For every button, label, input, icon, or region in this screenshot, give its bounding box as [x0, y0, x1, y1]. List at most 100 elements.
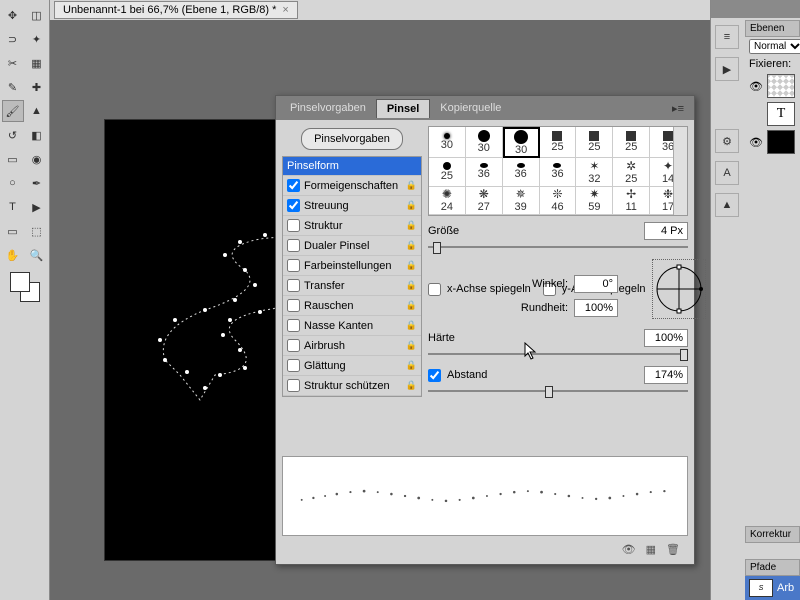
- zoom-tool[interactable]: 🔍: [26, 244, 48, 266]
- 3d-tool[interactable]: ⬚: [26, 220, 48, 242]
- healing-tool[interactable]: ✚: [26, 76, 48, 98]
- chk-protect-texture[interactable]: [287, 379, 300, 392]
- opt-brush-tip-shape[interactable]: Pinselform: [283, 157, 421, 176]
- dock-icon-5[interactable]: ▲: [715, 193, 739, 217]
- crop-tool[interactable]: ✂: [2, 52, 24, 74]
- lock-icon[interactable]: 🔒: [406, 300, 417, 311]
- tab-clone-source[interactable]: Kopierquelle: [430, 99, 511, 117]
- dodge-tool[interactable]: ○: [2, 172, 24, 194]
- visibility-icon[interactable]: 👁: [749, 136, 763, 149]
- spacing-value[interactable]: 174%: [644, 366, 688, 384]
- marquee-tool[interactable]: ◫: [26, 4, 48, 26]
- hand-tool[interactable]: ✋: [2, 244, 24, 266]
- brush-presets-button[interactable]: Pinselvorgaben: [301, 128, 403, 150]
- tip-grid-scrollbar[interactable]: [673, 127, 687, 215]
- shape-tool[interactable]: ▭: [2, 220, 24, 242]
- layer-row-1[interactable]: 👁: [745, 72, 800, 100]
- tools-panel: ✥ ◫ ⊃ ✦ ✂ ▦ ✎ ✚ 🖌 ▲ ↺ ◧ ▭ ◉ ○ ✒ T ▶ ▭ ⬚ …: [0, 0, 50, 600]
- chk-noise[interactable]: [287, 299, 300, 312]
- lock-icon[interactable]: 🔒: [406, 360, 417, 371]
- toggle-preview-icon[interactable]: 👁: [622, 543, 636, 556]
- lock-icon[interactable]: 🔒: [406, 340, 417, 351]
- blur-tool[interactable]: ◉: [26, 148, 48, 170]
- tab-brush[interactable]: Pinsel: [376, 99, 430, 118]
- opt-texture[interactable]: Struktur🔒: [283, 216, 421, 236]
- eyedropper-tool[interactable]: ✎: [2, 76, 24, 98]
- angle-value[interactable]: 0°: [574, 275, 618, 293]
- opt-scattering[interactable]: Streuung🔒: [283, 196, 421, 216]
- panel-menu-icon[interactable]: ▸≡: [666, 102, 690, 115]
- roundness-value[interactable]: 100%: [574, 299, 618, 317]
- layer-row-2[interactable]: T: [745, 100, 800, 128]
- lock-icon[interactable]: 🔒: [406, 200, 417, 211]
- opt-shape-dynamics[interactable]: Formeigenschaften🔒: [283, 176, 421, 196]
- lock-icon[interactable]: 🔒: [406, 280, 417, 291]
- opt-noise[interactable]: Rauschen🔒: [283, 296, 421, 316]
- path-row[interactable]: S Arb: [745, 576, 800, 600]
- layer-row-3[interactable]: 👁: [745, 128, 800, 156]
- chk-dual-brush[interactable]: [287, 239, 300, 252]
- opt-dual-brush[interactable]: Dualer Pinsel🔒: [283, 236, 421, 256]
- angle-control[interactable]: [652, 259, 706, 319]
- chk-scattering[interactable]: [287, 199, 300, 212]
- layer-thumb[interactable]: T: [767, 102, 795, 126]
- lock-icon[interactable]: 🔒: [406, 320, 417, 331]
- adjustments-panel-title[interactable]: Korrektur: [745, 526, 800, 543]
- brush-tip-grid[interactable]: 30 30 30 25 25 25 36 25 36 36 36 ✶32 ✲25…: [428, 126, 688, 216]
- opt-protect-texture[interactable]: Struktur schützen🔒: [283, 376, 421, 396]
- foreground-color-swatch[interactable]: [10, 272, 30, 292]
- chk-transfer[interactable]: [287, 279, 300, 292]
- size-slider[interactable]: [428, 240, 688, 253]
- opt-wet-edges[interactable]: Nasse Kanten🔒: [283, 316, 421, 336]
- lock-icon[interactable]: 🔒: [406, 220, 417, 231]
- dock-icon-1[interactable]: ≡: [715, 25, 739, 49]
- chk-shape-dynamics[interactable]: [287, 179, 300, 192]
- dock-icon-3[interactable]: ⚙: [715, 129, 739, 153]
- move-tool[interactable]: ✥: [2, 4, 24, 26]
- path-select-tool[interactable]: ▶: [26, 196, 48, 218]
- brush-tool[interactable]: 🖌: [2, 100, 24, 122]
- history-brush-tool[interactable]: ↺: [2, 124, 24, 146]
- hardness-value[interactable]: 100%: [644, 329, 688, 347]
- new-brush-icon[interactable]: ▦: [646, 543, 656, 556]
- slice-tool[interactable]: ▦: [26, 52, 48, 74]
- chk-wet-edges[interactable]: [287, 319, 300, 332]
- opt-color-dynamics[interactable]: Farbeinstellungen🔒: [283, 256, 421, 276]
- gradient-tool[interactable]: ▭: [2, 148, 24, 170]
- chk-spacing[interactable]: [428, 369, 441, 382]
- chk-smoothing[interactable]: [287, 359, 300, 372]
- color-swatches[interactable]: [10, 272, 40, 302]
- layer-thumb[interactable]: [767, 74, 795, 98]
- opt-airbrush[interactable]: Airbrush🔒: [283, 336, 421, 356]
- dock-icon-2[interactable]: ▶: [715, 57, 739, 81]
- layer-thumb[interactable]: [767, 130, 795, 154]
- trash-icon[interactable]: 🗑: [666, 543, 680, 556]
- type-tool[interactable]: T: [2, 196, 24, 218]
- tab-brush-presets[interactable]: Pinselvorgaben: [280, 99, 376, 117]
- lock-icon[interactable]: 🔒: [406, 180, 417, 191]
- visibility-icon[interactable]: 👁: [749, 80, 763, 93]
- chk-color-dynamics[interactable]: [287, 259, 300, 272]
- wand-tool[interactable]: ✦: [26, 28, 48, 50]
- path-name: Arb: [777, 582, 794, 594]
- document-tab[interactable]: Unbenannt-1 bei 66,7% (Ebene 1, RGB/8) *…: [54, 1, 298, 19]
- spacing-slider[interactable]: [428, 384, 688, 397]
- chk-airbrush[interactable]: [287, 339, 300, 352]
- layers-panel-title[interactable]: Ebenen: [745, 20, 800, 37]
- close-icon[interactable]: ×: [282, 4, 288, 16]
- opt-smoothing[interactable]: Glättung🔒: [283, 356, 421, 376]
- stamp-tool[interactable]: ▲: [26, 100, 48, 122]
- lock-icon[interactable]: 🔒: [406, 380, 417, 391]
- eraser-tool[interactable]: ◧: [26, 124, 48, 146]
- lock-icon[interactable]: 🔒: [406, 240, 417, 251]
- dock-icon-4[interactable]: A: [715, 161, 739, 185]
- lock-icon[interactable]: 🔒: [406, 260, 417, 271]
- size-value[interactable]: 4 Px: [644, 222, 688, 240]
- hardness-slider[interactable]: [428, 347, 688, 360]
- paths-panel-title[interactable]: Pfade: [745, 559, 800, 576]
- blend-mode-select[interactable]: Normal: [749, 39, 800, 54]
- chk-texture[interactable]: [287, 219, 300, 232]
- lasso-tool[interactable]: ⊃: [2, 28, 24, 50]
- pen-tool[interactable]: ✒: [26, 172, 48, 194]
- opt-transfer[interactable]: Transfer🔒: [283, 276, 421, 296]
